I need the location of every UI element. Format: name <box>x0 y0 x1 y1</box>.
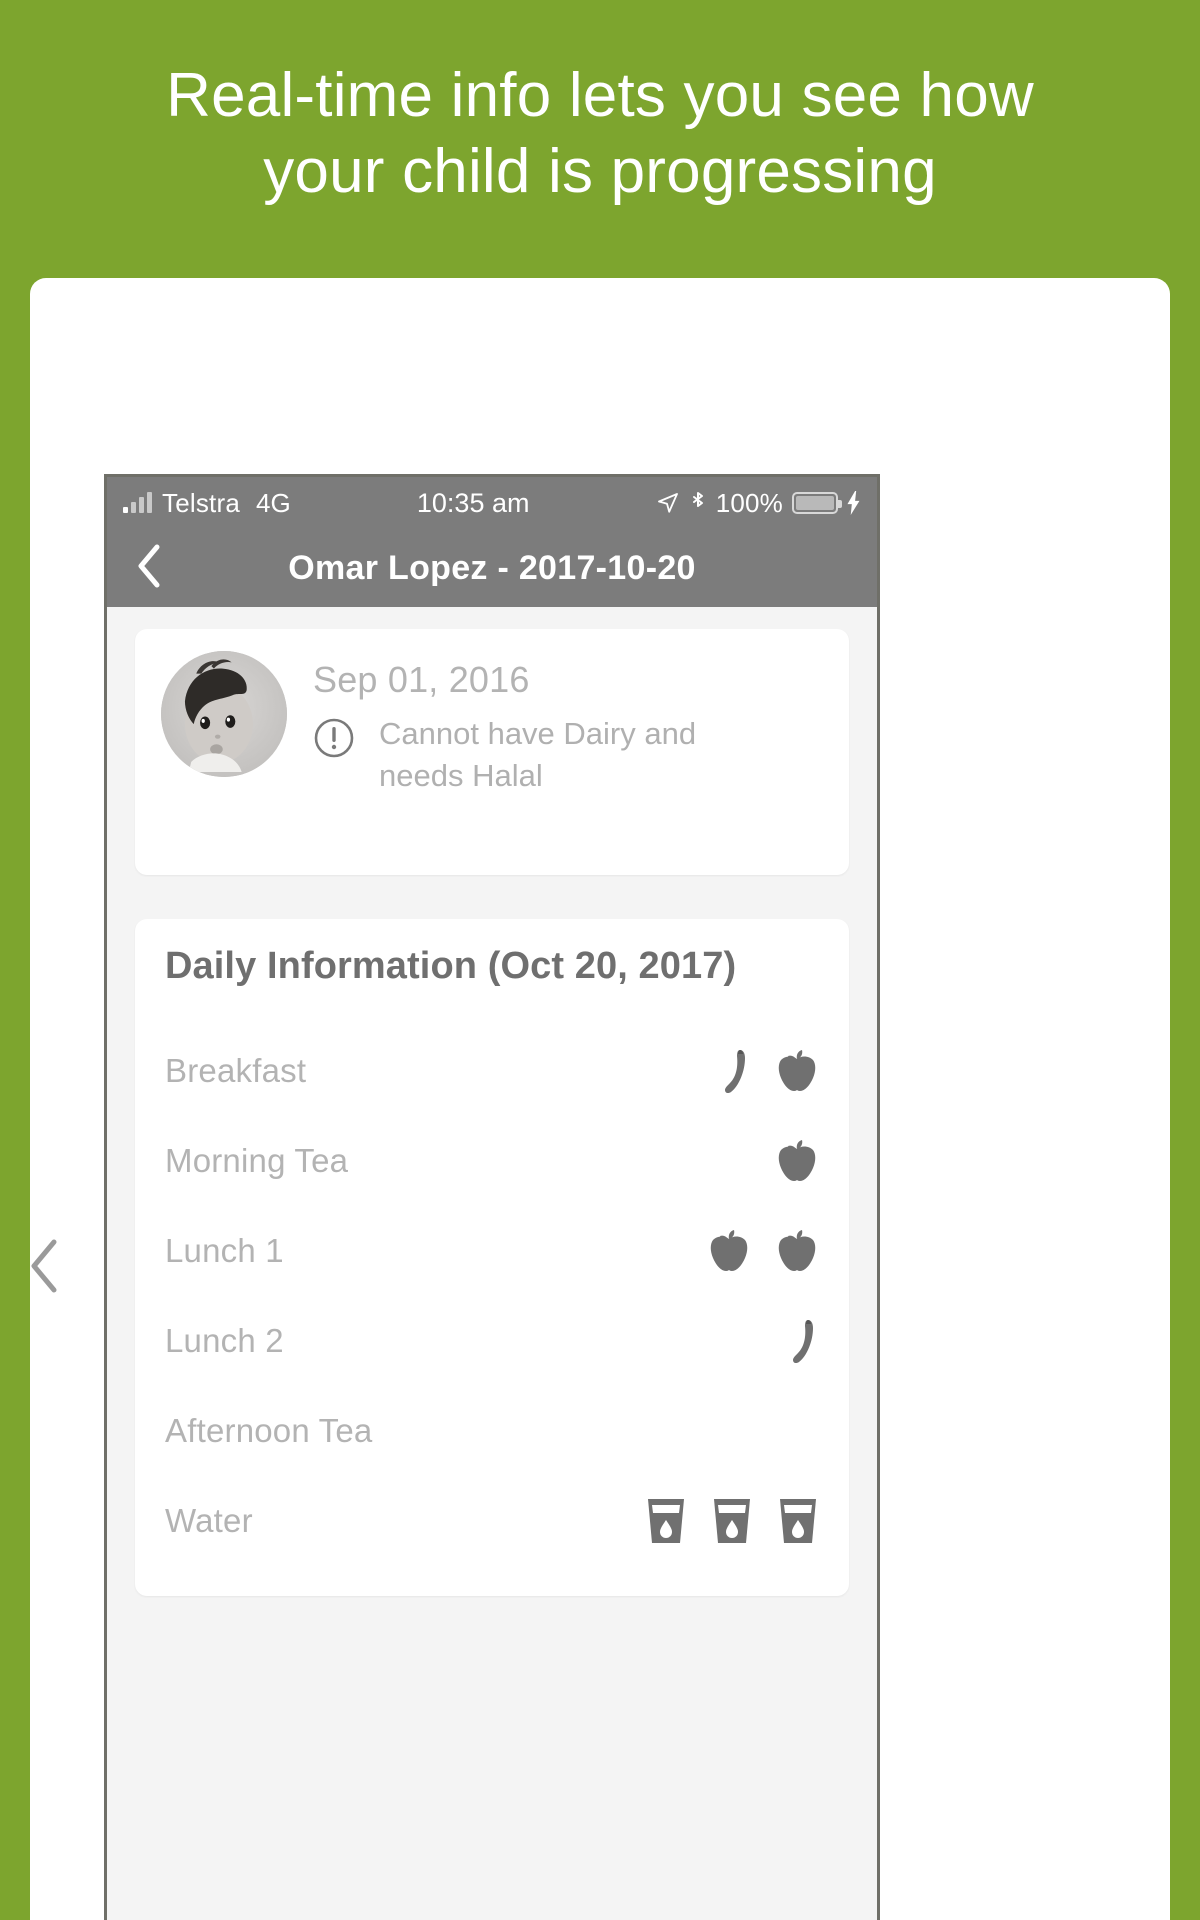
chevron-left-icon <box>26 1239 60 1298</box>
apple-icon <box>775 1048 819 1094</box>
meal-icon-group <box>645 1496 819 1546</box>
status-bar-right: 100% <box>656 488 861 519</box>
water-cup-icon <box>777 1496 819 1546</box>
promo-headline: Real-time info lets you see how your chi… <box>0 0 1200 210</box>
meal-label: Water <box>165 1502 253 1539</box>
meal-row-breakfast[interactable]: Breakfast <box>165 1026 819 1116</box>
banana-icon <box>719 1048 751 1094</box>
back-button[interactable] <box>129 544 169 593</box>
meal-label: Lunch 2 <box>165 1322 284 1359</box>
app-content: Sep 01, 2016 Cannot have Dairy and needs… <box>107 607 877 1920</box>
meal-label: Afternoon Tea <box>165 1412 373 1449</box>
promo-headline-line-2: your child is progressing <box>263 137 937 206</box>
apple-icon <box>775 1228 819 1274</box>
promo-headline-line-1: Real-time info lets you see how <box>166 61 1034 130</box>
meal-label: Breakfast <box>165 1052 307 1089</box>
meal-icon-group <box>787 1318 819 1364</box>
bluetooth-icon <box>689 490 707 516</box>
apple-icon <box>775 1138 819 1184</box>
location-arrow-icon <box>656 491 680 515</box>
meal-row-water[interactable]: Water <box>165 1476 819 1566</box>
meal-row-lunch-1[interactable]: Lunch 1 <box>165 1206 819 1296</box>
meal-icon-group <box>707 1228 819 1274</box>
status-bar-clock: 10:35 am <box>416 487 530 518</box>
lightning-bolt-icon <box>847 491 861 515</box>
allergy-note-text: Cannot have Dairy and needs Halal <box>379 716 697 793</box>
water-cup-icon <box>645 1496 687 1546</box>
meal-icon-group <box>719 1048 819 1094</box>
signal-bars-icon <box>123 492 152 513</box>
carrier-label: Telstra <box>162 487 240 518</box>
battery-icon <box>792 492 842 514</box>
child-photo-avatar <box>161 651 287 777</box>
apple-icon <box>707 1228 751 1274</box>
chevron-left-icon <box>136 544 162 593</box>
network-type-label: 4G <box>255 487 291 518</box>
banana-icon <box>787 1318 819 1364</box>
daily-information-card: Daily Information (Oct 20, 2017) Breakfa… <box>135 919 849 1596</box>
meal-row-lunch-2[interactable]: Lunch 2 <box>165 1296 819 1386</box>
birth-date-label: Sep 01, 2016 <box>313 659 530 700</box>
phone-screenshot: Telstra 4G 10:35 am 100% Omar Lopez - 20… <box>104 474 880 1920</box>
profile-info: Sep 01, 2016 Cannot have Dairy and needs… <box>313 651 823 797</box>
status-bar-left: Telstra 4G <box>123 488 291 519</box>
child-profile-card[interactable]: Sep 01, 2016 Cannot have Dairy and needs… <box>135 629 849 875</box>
meal-row-morning-tea[interactable]: Morning Tea <box>165 1116 819 1206</box>
battery-percent-label: 100% <box>715 487 783 518</box>
meal-label: Morning Tea <box>165 1142 349 1179</box>
meal-row-afternoon-tea[interactable]: Afternoon Tea <box>165 1386 819 1476</box>
exclamation-circle-icon <box>313 717 355 764</box>
status-bar: Telstra 4G 10:35 am 100% <box>107 477 877 529</box>
allergy-note-row: Cannot have Dairy and needs Halal <box>313 713 823 797</box>
carousel-previous-button[interactable] <box>26 1238 60 1299</box>
page-title: Omar Lopez - 2017-10-20 <box>288 548 696 587</box>
navigation-bar: Omar Lopez - 2017-10-20 <box>107 529 877 607</box>
water-cup-icon <box>711 1496 753 1546</box>
meal-icon-group <box>775 1138 819 1184</box>
meal-label: Lunch 1 <box>165 1232 284 1269</box>
daily-information-title: Daily Information (Oct 20, 2017) <box>165 945 737 987</box>
